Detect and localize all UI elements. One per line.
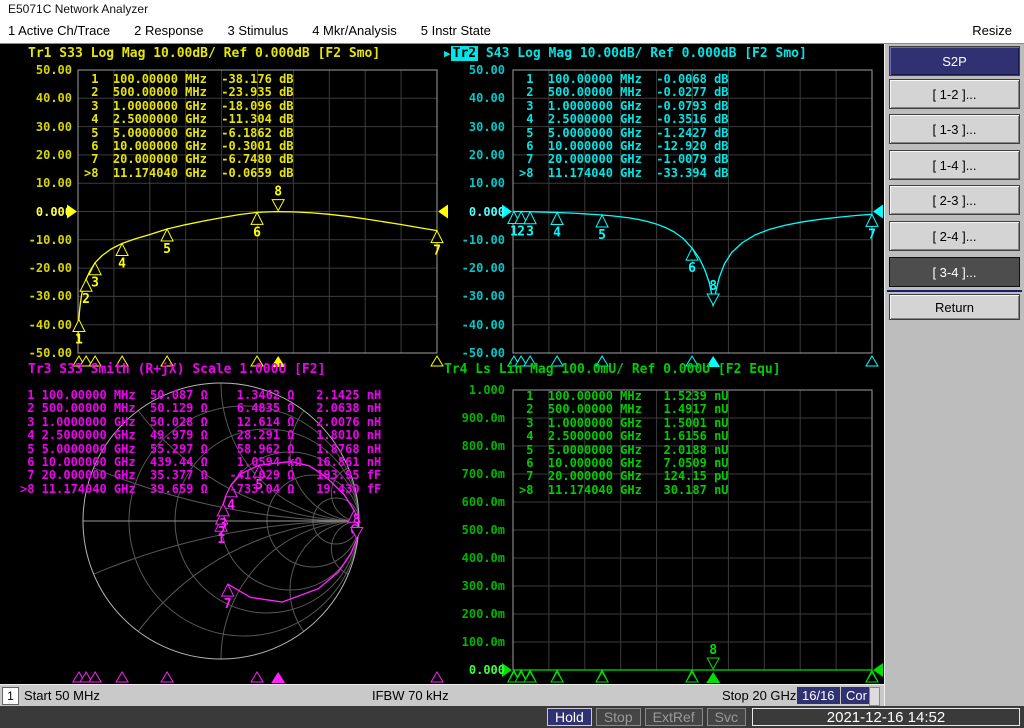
svg-text:4: 4	[553, 225, 561, 240]
marker-row: 3 1.0000000 GHz 50.028 Ω 12.614 Ω 2.0076…	[20, 416, 381, 429]
taskbar-datetime: 2021-12-16 14:52	[752, 708, 1020, 726]
softkey-return[interactable]: Return	[889, 294, 1020, 320]
active-trace-arrow-icon: ▶	[444, 47, 451, 60]
marker-row: >8 11.174040 GHz -33.394 dB	[519, 167, 729, 180]
marker-row: 1 100.00000 MHz 50.087 Ω 1.3462 Ω 2.1425…	[20, 389, 381, 402]
status-ifbw: IFBW 70 kHz	[372, 688, 449, 703]
tr2-marker-table: 1 100.00000 MHz -0.0068 dB 2 500.00000 M…	[519, 73, 729, 180]
softkey-s2p-header: S2P	[889, 46, 1020, 76]
status-stop-freq: Stop 20 GHz	[722, 688, 796, 703]
menu-response[interactable]: 2 Response	[134, 23, 203, 38]
svg-text:2: 2	[517, 225, 525, 240]
svg-text:8: 8	[709, 279, 717, 294]
marker-row: >8 11.174040 GHz -0.0659 dB	[84, 167, 294, 180]
marker-row: 7 20.000000 GHz 124.15 pU	[519, 470, 729, 483]
svg-text:3: 3	[526, 225, 534, 240]
menu-bar: 1 Active Ch/Trace 2 Response 3 Stimulus …	[0, 18, 1024, 44]
softkey-3-4[interactable]: [ 3-4 ]...	[889, 257, 1020, 287]
marker-row: 4 2.5000000 GHz -11.304 dB	[84, 113, 294, 126]
taskbar-stop-button[interactable]: Stop	[596, 708, 641, 726]
marker-row: 6 10.000000 GHz 439.44 Ω 1.0594 kΩ 16.86…	[20, 456, 381, 469]
marker-row: 1 100.00000 MHz -0.0068 dB	[519, 73, 729, 86]
tr4-marker-table: 1 100.00000 MHz 1.5239 nU 2 500.00000 MH…	[519, 390, 729, 497]
svg-text:1: 1	[75, 333, 83, 348]
softkey-sidebar: S2P [ 1-2 ]... [ 1-3 ]... [ 1-4 ]... [ 2…	[884, 44, 1024, 706]
status-spacer	[869, 687, 880, 706]
marker-row: 7 20.000000 GHz -6.7480 dB	[84, 153, 294, 166]
taskbar-extref-button[interactable]: ExtRef	[645, 708, 703, 726]
svg-text:8: 8	[709, 643, 717, 658]
marker-row: 2 500.00000 MHz -23.935 dB	[84, 86, 294, 99]
svg-text:4: 4	[118, 256, 126, 271]
marker-row: 1 100.00000 MHz -38.176 dB	[84, 73, 294, 86]
menu-resize[interactable]: Resize	[972, 23, 1024, 38]
svg-text:3: 3	[219, 517, 227, 532]
svg-text:5: 5	[598, 228, 606, 243]
window-titlebar: E5071C Network Analyzer	[0, 0, 1024, 18]
marker-row: 5 5.0000000 GHz -1.2427 dB	[519, 127, 729, 140]
marker-row: 2 500.00000 MHz -0.0277 dB	[519, 86, 729, 99]
menu-instr-state[interactable]: 5 Instr State	[421, 23, 491, 38]
trace-display-area: 12345678123456781234567812345678 Tr1 S33…	[0, 44, 884, 684]
svg-text:6: 6	[253, 225, 261, 240]
tr2-title: ▶Tr2 S43 Log Mag 10.00dB/ Ref 0.000dB [F…	[444, 46, 807, 61]
marker-row: 4 2.5000000 GHz 1.6156 nU	[519, 430, 729, 443]
status-bar: 1 Start 50 MHz IFBW 70 kHz Stop 20 GHz 1…	[0, 684, 884, 707]
tr3-marker-table: 1 100.00000 MHz 50.087 Ω 1.3462 Ω 2.1425…	[20, 389, 381, 496]
tr3-title: Tr3 S33 Smith (R+jX) Scale 1.000U [F2]	[28, 362, 325, 377]
svg-text:8: 8	[353, 512, 361, 527]
svg-text:7: 7	[433, 244, 441, 259]
softkey-1-4[interactable]: [ 1-4 ]...	[889, 150, 1020, 180]
marker-row: 2 500.00000 MHz 1.4917 nU	[519, 403, 729, 416]
svg-text:8: 8	[274, 185, 282, 200]
marker-row: 3 1.0000000 GHz 1.5001 nU	[519, 417, 729, 430]
marker-row: 6 10.000000 GHz 7.0509 nU	[519, 457, 729, 470]
channel-number-box: 1	[2, 687, 19, 705]
softkey-2-4[interactable]: [ 2-4 ]...	[889, 221, 1020, 251]
softkey-1-2[interactable]: [ 1-2 ]...	[889, 79, 1020, 109]
status-start-freq: Start 50 MHz	[24, 688, 100, 703]
instrument-taskbar: Hold Stop ExtRef Svc 2021-12-16 14:52	[0, 706, 1024, 728]
marker-row: 5 5.0000000 GHz -6.1862 dB	[84, 127, 294, 140]
marker-row: 7 20.000000 GHz -1.0079 dB	[519, 153, 729, 166]
status-cor-badge: Cor	[841, 687, 872, 704]
marker-row: 2 500.00000 MHz 50.129 Ω 6.4835 Ω 2.0638…	[20, 402, 381, 415]
marker-row: 1 100.00000 MHz 1.5239 nU	[519, 390, 729, 403]
svg-text:3: 3	[91, 276, 99, 291]
instrument-screen: E5071C Network Analyzer 1 Active Ch/Trac…	[0, 0, 1024, 728]
marker-row: >8 11.174040 GHz 39.659 Ω -733.04 Ω 19.4…	[20, 483, 381, 496]
svg-text:6: 6	[688, 261, 696, 276]
menu-stimulus[interactable]: 3 Stimulus	[228, 23, 289, 38]
taskbar-hold-button[interactable]: Hold	[547, 708, 592, 726]
taskbar-svc-button[interactable]: Svc	[707, 708, 746, 726]
marker-row: 6 10.000000 GHz -12.920 dB	[519, 140, 729, 153]
marker-row: 3 1.0000000 GHz -0.0793 dB	[519, 100, 729, 113]
status-points-badge: 16/16	[797, 687, 840, 704]
menu-active-ch-trace[interactable]: 1 Active Ch/Trace	[8, 23, 110, 38]
window-title: E5071C Network Analyzer	[8, 2, 148, 16]
marker-row: 6 10.000000 GHz -0.3001 dB	[84, 140, 294, 153]
softkey-separator	[887, 290, 1022, 292]
marker-row: 5 5.0000000 GHz 55.297 Ω 58.962 Ω 1.8768…	[20, 443, 381, 456]
svg-text:2: 2	[82, 292, 90, 307]
tr1-title: Tr1 S33 Log Mag 10.00dB/ Ref 0.000dB [F2…	[28, 46, 380, 61]
tr4-title: Tr4 Ls Lin Mag 100.0mU/ Ref 0.000U [F2 E…	[444, 362, 781, 377]
svg-text:5: 5	[163, 242, 171, 257]
marker-row: 5 5.0000000 GHz 2.0188 nU	[519, 444, 729, 457]
tr2-active-label: Tr2	[451, 46, 478, 61]
menu-mkr-analysis[interactable]: 4 Mkr/Analysis	[312, 23, 397, 38]
marker-row: 4 2.5000000 GHz -0.3516 dB	[519, 113, 729, 126]
marker-row: 3 1.0000000 GHz -18.096 dB	[84, 100, 294, 113]
marker-row: >8 11.174040 GHz 30.187 nU	[519, 484, 729, 497]
marker-row: 4 2.5000000 GHz 49.979 Ω 28.291 Ω 1.8010…	[20, 429, 381, 442]
softkey-1-3[interactable]: [ 1-3 ]...	[889, 114, 1020, 144]
tr2-title-rest: S43 Log Mag 10.00dB/ Ref 0.000dB [F2 Smo…	[478, 46, 807, 61]
marker-row: 7 20.000000 GHz 35.377 Ω -41.029 Ω 193.9…	[20, 469, 381, 482]
svg-text:7: 7	[224, 597, 232, 612]
svg-text:7: 7	[868, 227, 876, 242]
softkey-2-3[interactable]: [ 2-3 ]...	[889, 185, 1020, 215]
svg-text:4: 4	[227, 498, 235, 513]
tr1-marker-table: 1 100.00000 MHz -38.176 dB 2 500.00000 M…	[84, 73, 294, 180]
